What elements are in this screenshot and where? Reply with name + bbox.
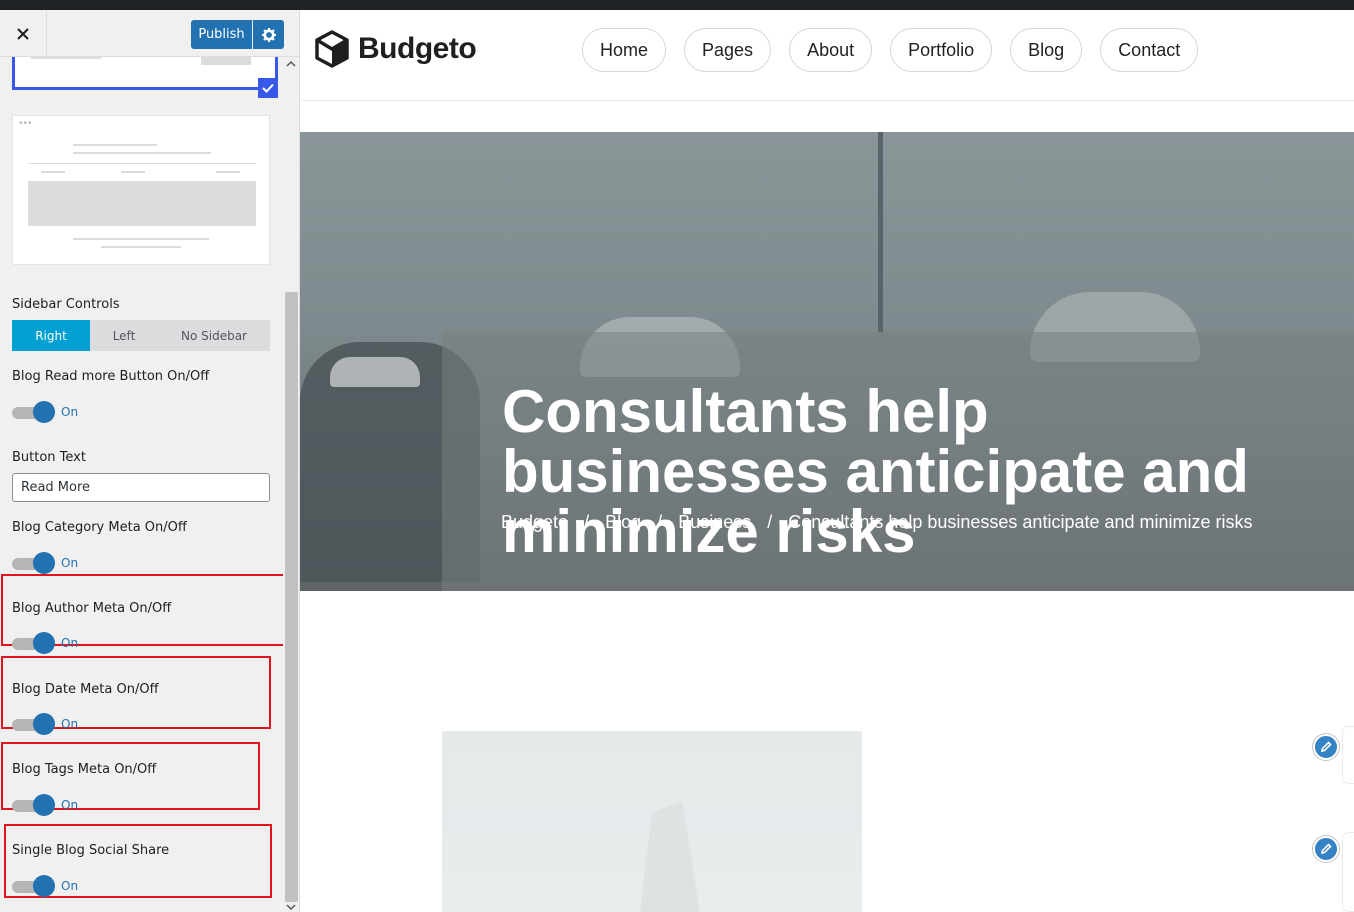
sidebar-scrollbar[interactable] [283, 57, 299, 912]
site-logo[interactable]: Budgeto [314, 30, 477, 68]
scrollbar-thumb[interactable] [285, 292, 298, 902]
sidebar-position-segmented-control: Right Left No Sidebar [12, 320, 270, 351]
social-share-toggle-label: Single Blog Social Share [12, 843, 170, 858]
nav-blog[interactable]: Blog [1010, 28, 1083, 72]
image-building-shape [640, 801, 700, 912]
cube-icon [315, 30, 349, 68]
customizer-controls: ••• Sidebar Controls Right Left No Sideb… [0, 57, 283, 912]
toggle-knob [33, 794, 55, 816]
breadcrumb-blog-link[interactable]: Blog [605, 512, 641, 532]
toggle-state: On [61, 405, 79, 419]
layout-preview-line [31, 57, 101, 59]
date-meta-toggle[interactable]: On [12, 712, 92, 738]
sidebar-option-right[interactable]: Right [12, 320, 90, 351]
layout-preview-line [101, 246, 181, 248]
customizer-header: Publish [0, 10, 299, 57]
category-meta-toggle-label: Blog Category Meta On/Off [12, 520, 187, 535]
toggle-state: On [61, 636, 79, 650]
breadcrumb: Budgeto / Blog / Business / Consultants … [501, 512, 1264, 533]
read-more-toggle-label: Blog Read more Button On/Off [12, 369, 210, 384]
browser-top-bar [0, 0, 1354, 10]
post-title: Consultants help businesses anticipate a… [502, 378, 1249, 565]
nav-home[interactable]: Home [582, 28, 667, 72]
toggle-knob [33, 632, 55, 654]
site-preview: Budgeto Home Pages About Portfolio Blog … [300, 10, 1354, 912]
gear-icon [261, 27, 276, 42]
social-share-toggle[interactable]: On [12, 874, 92, 900]
logo-text: Budgeto [358, 32, 477, 65]
publish-button[interactable]: Publish [191, 20, 252, 49]
layout-preview-line [121, 171, 145, 173]
toggle-state: On [61, 556, 79, 570]
publish-settings-button[interactable] [253, 20, 284, 49]
toggle-knob [33, 713, 55, 735]
layout-preview-image [28, 181, 256, 226]
toggle-state: On [61, 879, 79, 893]
sidebar-option-none[interactable]: No Sidebar [158, 320, 270, 351]
edge-widget [1342, 726, 1354, 784]
toggle-knob [33, 401, 55, 423]
dots-icon: ••• [19, 118, 33, 129]
breadcrumb-separator: / [767, 512, 773, 532]
author-meta-toggle-label: Blog Author Meta On/Off [12, 601, 172, 616]
hero-bg-shape [878, 132, 883, 332]
edge-widget [1342, 832, 1354, 912]
hero-banner: Consultants help businesses anticipate a… [300, 132, 1354, 591]
layout-preview-divider [28, 163, 256, 164]
layout-preview-line [73, 152, 211, 154]
breadcrumb-separator: / [657, 512, 663, 532]
chevron-up-icon[interactable] [286, 59, 296, 69]
nav-pages[interactable]: Pages [684, 28, 772, 72]
button-text-label: Button Text [12, 450, 86, 465]
layout-preview-line [216, 171, 240, 173]
layout-preview-line [41, 171, 65, 173]
site-header: Budgeto Home Pages About Portfolio Blog … [300, 10, 1354, 101]
nav-contact[interactable]: Contact [1100, 28, 1199, 72]
layout-preview-line [73, 144, 157, 146]
checkmark-icon [262, 83, 274, 93]
tags-meta-toggle-label: Blog Tags Meta On/Off [12, 762, 157, 777]
pencil-icon [1320, 741, 1332, 753]
close-customizer-button[interactable] [0, 10, 47, 57]
main-nav: Home Pages About Portfolio Blog Contact [582, 28, 1216, 72]
nav-portfolio[interactable]: Portfolio [890, 28, 993, 72]
customizer-sidebar: Publish ••• Sidebar Controls Right Left … [0, 10, 300, 912]
breadcrumb-category-link[interactable]: Business [678, 512, 751, 532]
nav-about[interactable]: About [789, 28, 873, 72]
button-text-input[interactable] [12, 473, 270, 502]
edit-shortcut-button[interactable] [1313, 836, 1339, 862]
sidebar-option-left[interactable]: Left [90, 320, 158, 351]
toggle-state: On [61, 717, 79, 731]
layout-preview-line [73, 238, 209, 240]
read-more-toggle[interactable]: On [12, 400, 92, 426]
blog-layout-option[interactable]: ••• [12, 115, 270, 265]
chevron-down-icon[interactable] [286, 902, 296, 912]
post-featured-image [442, 731, 862, 912]
toggle-state: On [61, 798, 79, 812]
author-meta-toggle[interactable]: On [12, 631, 92, 657]
toggle-knob [33, 552, 55, 574]
breadcrumb-current: Consultants help businesses anticipate a… [788, 512, 1253, 532]
sidebar-controls-label: Sidebar Controls [12, 297, 120, 312]
breadcrumb-home-link[interactable]: Budgeto [501, 512, 568, 532]
breadcrumb-separator: / [584, 512, 590, 532]
hero-bg-shape [330, 357, 420, 387]
toggle-knob [33, 875, 55, 897]
tags-meta-toggle[interactable]: On [12, 793, 92, 819]
close-icon [17, 27, 29, 40]
selected-badge [258, 78, 278, 98]
blog-layout-option-selected[interactable] [12, 57, 278, 90]
edit-shortcut-button[interactable] [1313, 734, 1339, 760]
layout-preview-block [201, 57, 251, 65]
date-meta-toggle-label: Blog Date Meta On/Off [12, 682, 159, 697]
pencil-icon [1320, 843, 1332, 855]
